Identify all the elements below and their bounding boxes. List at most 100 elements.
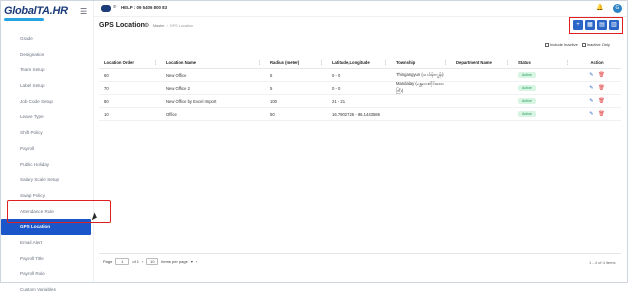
next-page-icon[interactable]: › [196, 259, 197, 264]
cell-township: Mandalay (မန္တလေးတိုင်းဒေသကြီး) [396, 81, 445, 93]
cell-latlng: 0 - 0 [332, 85, 341, 91]
sidebar-item-email-alert[interactable]: Email Alert [1, 235, 94, 251]
per-page-label: items per page [161, 259, 188, 264]
cell-status: Active [513, 69, 573, 81]
cell-latlng: 0 - 0 [332, 72, 341, 78]
page-label: Page [103, 259, 113, 264]
sidebar-item-shift-policy[interactable]: Shift Policy [1, 125, 94, 141]
cell-action: ✎ 🗑 [573, 69, 621, 81]
edit-icon[interactable]: ✎ [589, 72, 593, 78]
sidebar-item-job-code-setup[interactable]: Job Code Setup [1, 94, 94, 110]
sidebar-item-payroll-rule[interactable]: Payroll Rule [1, 266, 94, 282]
col-radius[interactable]: Radius (meter) [265, 57, 327, 68]
table-row[interactable]: 70 New Office 2 5 0 - 0 Mandalay (မန္တလေးတို… [99, 81, 621, 95]
table-footer-divider [99, 253, 621, 254]
edit-icon[interactable]: ✎ [589, 98, 593, 104]
col-lat-long[interactable]: Latitude,Longitude [327, 57, 391, 68]
phone-icon: ✆ [113, 4, 117, 9]
brand-logo[interactable]: GlobalTA.HR [4, 5, 68, 17]
page-of-label: of 1 [132, 259, 140, 264]
sidebar-item-public-holiday[interactable]: Public Holiday [1, 157, 94, 173]
gps-location-table: Location Order Location Name Radius (met… [99, 57, 621, 121]
prev-page-icon[interactable]: ‹ [142, 259, 143, 264]
col-location-name[interactable]: Location Name [161, 57, 265, 68]
cell-radius: 5 [270, 85, 273, 91]
settings-gear-icon[interactable]: ⚙ [144, 22, 149, 29]
add-button[interactable]: + [573, 20, 583, 30]
cell-action: ✎ 🗑 [573, 95, 621, 107]
table-row[interactable]: 60 New Office 5 0 - 0 Thingangyun (သင်္ဃန်းက… [99, 69, 621, 82]
help-hotline: HELP : 09 5406 800 83 [121, 5, 168, 10]
cell-action: ✎ 🗑 [573, 82, 621, 94]
cell-dept [451, 95, 513, 107]
export-button[interactable]: ▥ [609, 20, 619, 30]
sidebar-item-payroll[interactable]: Payroll [1, 141, 94, 157]
col-township[interactable]: Township [391, 57, 451, 68]
col-department[interactable]: Department Name [451, 57, 513, 68]
cell-radius: 50 [270, 111, 275, 117]
sidebar-nav: Grade Designation Team Setup Label Setup Job… [1, 31, 94, 298]
sidebar-item-grade[interactable]: Grade [1, 31, 94, 47]
inactive-only-checkbox[interactable]: Inactive Only [581, 42, 610, 47]
sidebar-item-team-setup[interactable]: Team Setup [1, 62, 94, 78]
table-row[interactable]: 10 Office 50 16.7902725 - 96.1443586 Active ✎… [99, 108, 621, 121]
page-title: GPS Location [99, 22, 145, 29]
per-page-select[interactable]: 10 [146, 258, 159, 265]
table-body: 60 New Office 5 0 - 0 Thingangyun (သင်္ဃန်းက… [99, 69, 621, 121]
edit-icon[interactable]: ✎ [589, 85, 593, 91]
cell-status: Active [513, 82, 573, 94]
delete-icon[interactable]: 🗑 [598, 98, 604, 104]
cell-order: 70 [104, 85, 109, 91]
sidebar-item-payroll-title[interactable]: Payroll Title [1, 251, 94, 267]
cell-name: New Office [166, 72, 187, 78]
cell-township [391, 95, 451, 107]
status-badge: Active [518, 111, 536, 117]
edit-icon[interactable]: ✎ [589, 111, 593, 117]
cell-radius: 100 [270, 98, 277, 104]
status-badge: Active [518, 85, 536, 91]
status-badge: Active [518, 72, 536, 78]
delete-icon[interactable]: 🗑 [598, 111, 604, 117]
sidebar: GlobalTA.HR ☰ Grade Designation Team Setup… [1, 1, 94, 292]
sidebar-item-leave-type[interactable]: Leave Type [1, 109, 94, 125]
col-action: Action [590, 60, 604, 65]
status-filters: Include Inactive Inactive Only [545, 42, 610, 47]
chevron-down-icon[interactable]: ▾ [191, 259, 193, 264]
sidebar-item-label-setup[interactable]: Label Setup [1, 78, 94, 94]
delete-icon[interactable]: 🗑 [598, 72, 604, 78]
delete-icon[interactable]: 🗑 [598, 85, 604, 91]
import-button[interactable]: ▤ [597, 20, 607, 30]
logo-swoosh [4, 18, 44, 21]
table-header: Location Order Location Name Radius (met… [99, 57, 621, 69]
sidebar-item-salary-scale-setup[interactable]: Salary Scale Setup [1, 172, 94, 188]
company-mini-logo [101, 5, 111, 12]
sidebar-item-attendance-rule[interactable]: Attendance Rule [1, 204, 94, 220]
page-number-input[interactable]: 1 [115, 258, 130, 265]
sidebar-item-custom-variables[interactable]: Custom Variables [1, 282, 94, 298]
breadcrumb: Master / GPS Location [153, 24, 194, 28]
include-inactive-checkbox[interactable]: Include Inactive [545, 42, 578, 47]
cell-dept [451, 69, 513, 81]
items-range: 1 - 4 of 4 items [589, 260, 616, 265]
cell-name: New Office 2 [166, 85, 190, 91]
menu-toggle-icon[interactable]: ☰ [80, 7, 87, 16]
grid-view-button[interactable]: ▦ [585, 20, 595, 30]
top-header: ✆ HELP : 09 5406 800 83 🔔 G [94, 1, 627, 17]
table-row[interactable]: 80 New Office by Excel Import 100 21 - 21 Ac… [99, 95, 621, 108]
col-status[interactable]: Status [513, 57, 573, 68]
breadcrumb-current: GPS Location [169, 24, 194, 28]
cell-action: ✎ 🗑 [573, 108, 621, 120]
app-frame [0, 0, 628, 283]
bell-icon[interactable]: 🔔 [596, 4, 603, 11]
col-location-order[interactable]: Location Order [99, 57, 161, 68]
toolbar-actions: + ▦ ▤ ▥ [573, 20, 619, 30]
sidebar-item-swap-policy[interactable]: Swap Policy [1, 188, 94, 204]
cell-status: Active [513, 95, 573, 107]
cell-latlng: 16.7902725 - 96.1443586 [332, 111, 380, 117]
user-avatar[interactable]: G [613, 4, 622, 13]
cell-name: Office [166, 111, 177, 117]
breadcrumb-master[interactable]: Master [153, 24, 165, 28]
cell-township [391, 108, 451, 120]
sidebar-item-gps-location[interactable]: GPS Location [1, 219, 91, 235]
sidebar-item-designation[interactable]: Designation [1, 47, 94, 63]
